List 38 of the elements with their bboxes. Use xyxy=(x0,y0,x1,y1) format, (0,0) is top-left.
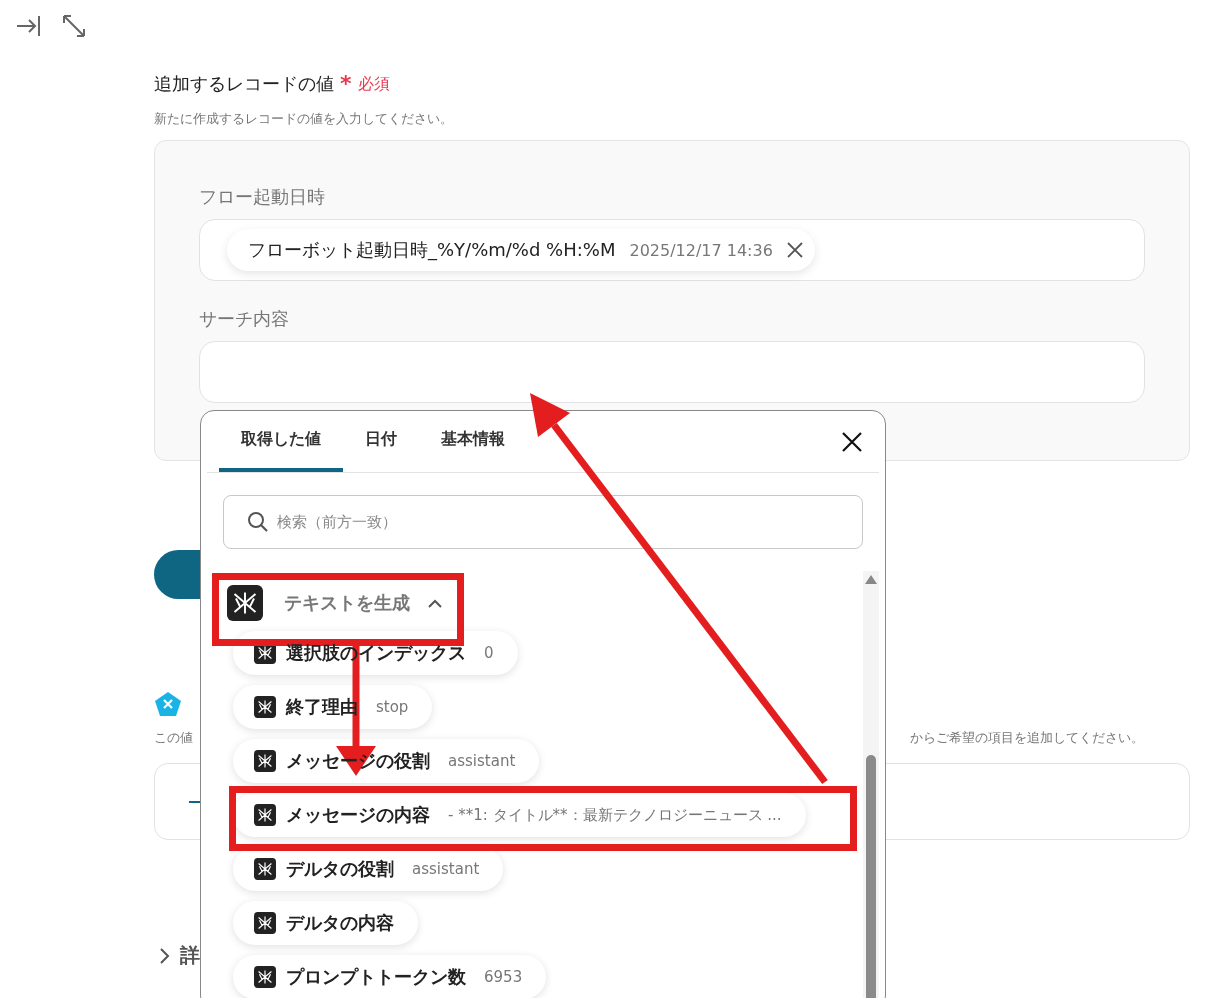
app-icon xyxy=(254,966,276,988)
search-icon xyxy=(247,511,269,533)
value-chip[interactable]: プロンプトトークン数 6953 xyxy=(233,955,547,998)
field-label: サーチ内容 xyxy=(199,307,290,331)
field-label: フロー起動日時 xyxy=(199,185,326,209)
search-field[interactable]: 検索（前方一致） xyxy=(223,495,863,549)
section-description: この値 xyxy=(154,729,193,747)
collapse-panel-icon[interactable] xyxy=(16,14,40,38)
close-icon xyxy=(841,430,863,453)
required-mark: * xyxy=(340,73,352,95)
scrollbar[interactable] xyxy=(863,571,879,998)
close-icon[interactable] xyxy=(786,242,803,258)
pentagon-icon xyxy=(154,691,182,717)
tab[interactable]: 日付 xyxy=(343,411,419,472)
tab[interactable]: 基本情報 xyxy=(419,411,527,472)
app-icon xyxy=(254,750,276,772)
tab[interactable]: 取得した値 xyxy=(219,411,343,472)
value-chip[interactable]: メッセージの内容 - **1: タイトル**：最新テクノロジーニュース ... xyxy=(233,793,806,837)
value-token[interactable]: フローボット起動日時_%Y/%m/%d %H:%M 2025/12/17 14:36 xyxy=(227,229,815,271)
expand-icon[interactable] xyxy=(62,14,86,38)
app-icon xyxy=(254,804,276,826)
app-icon xyxy=(254,912,276,934)
chevron-icon xyxy=(160,947,170,964)
chevron-icon xyxy=(428,598,442,608)
group-header[interactable]: テキストを生成 xyxy=(227,581,442,625)
app-icon xyxy=(254,696,276,718)
close-button[interactable] xyxy=(841,430,863,453)
section-title: 追加するレコードの値 xyxy=(154,72,334,96)
value-chip[interactable]: デルタの内容 xyxy=(233,901,418,945)
required-label: 必須 xyxy=(357,73,390,95)
app-icon xyxy=(227,585,263,621)
input-field[interactable]: フローボット起動日時_%Y/%m/%d %H:%M 2025/12/17 14:36 xyxy=(199,219,1145,281)
scroll-up-icon[interactable] xyxy=(865,575,877,584)
section-description: 新たに作成するレコードの値を入力してください。 xyxy=(154,110,454,128)
section-description: からご希望の項目を追加してください。 xyxy=(910,729,1144,747)
input-field[interactable] xyxy=(199,341,1145,403)
details-toggle[interactable]: 詳 xyxy=(160,942,200,969)
app-icon xyxy=(254,858,276,880)
